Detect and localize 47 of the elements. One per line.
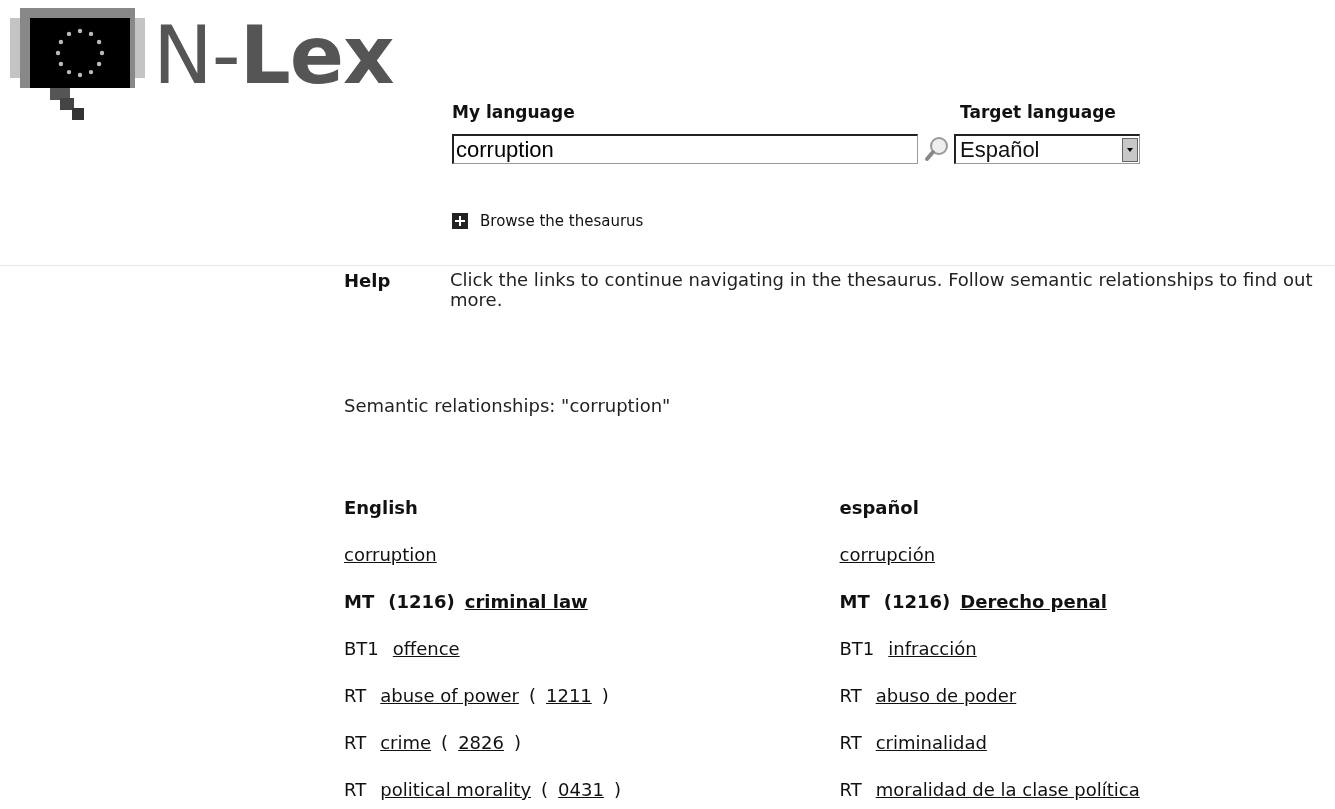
term-link[interactable]: political morality [380, 780, 532, 809]
term-link[interactable]: offence [392, 639, 460, 686]
plus-icon[interactable] [452, 213, 468, 229]
relation-label: RT [839, 733, 862, 755]
term-link[interactable]: 2826 [458, 733, 504, 780]
code-text: ( [541, 780, 549, 802]
help-text: Click the links to continue navigating in the thesaurus. Follow semantic relationships to find out more. [450, 270, 1314, 310]
term-link[interactable]: criminalidad [875, 733, 987, 780]
relation-label: RT [344, 733, 367, 755]
relation-label: RT [839, 686, 862, 708]
browse-link[interactable]: Browse the thesaurus [480, 212, 644, 230]
code-text: ) [513, 733, 521, 755]
search-field[interactable]: corruption [452, 134, 918, 164]
term-link[interactable]: moralidad de la clase política [875, 780, 1140, 809]
relation-label: RT [344, 686, 367, 708]
term-link[interactable]: corrupción [839, 545, 936, 592]
search-icon[interactable] [924, 136, 950, 162]
code-text: (1216) [883, 592, 951, 614]
code-text: ( [528, 686, 536, 708]
term-link[interactable]: corruption [344, 545, 437, 592]
term-link[interactable]: infracción [888, 639, 977, 686]
logo-icon [10, 8, 145, 120]
term-link[interactable]: Derecho penal [960, 592, 1107, 639]
logo-wordmark: N-Lex [153, 16, 394, 96]
relation-label: RT [344, 780, 367, 802]
code-text: (1216) [388, 592, 455, 614]
term-link[interactable]: crime [380, 733, 432, 780]
relationships-title: Semantic relationships: "corruption" [344, 395, 671, 416]
column-heading: English [344, 497, 418, 518]
relation-label: MT [839, 592, 870, 614]
term-link[interactable]: 1211 [546, 686, 592, 733]
language-dropdown[interactable]: Español [954, 134, 1140, 164]
code-text: ( [441, 733, 449, 755]
relation-label: RT [839, 780, 862, 802]
relation-label: BT1 [839, 639, 875, 661]
code-text: ) [613, 780, 621, 802]
term-link[interactable]: criminal law [464, 592, 588, 639]
term-link[interactable]: 0431 [558, 780, 604, 809]
relation-label: BT1 [344, 639, 379, 661]
relation-label: MT [344, 592, 375, 614]
column-heading: español [839, 497, 919, 518]
target-language-label: Target language [960, 102, 1116, 122]
term-link[interactable]: abuso de poder [875, 686, 1017, 733]
term-link[interactable]: abuse of power [380, 686, 519, 733]
code-text: ) [601, 686, 609, 708]
help-label: Help [344, 270, 392, 293]
my-language-label: My language [452, 102, 576, 122]
